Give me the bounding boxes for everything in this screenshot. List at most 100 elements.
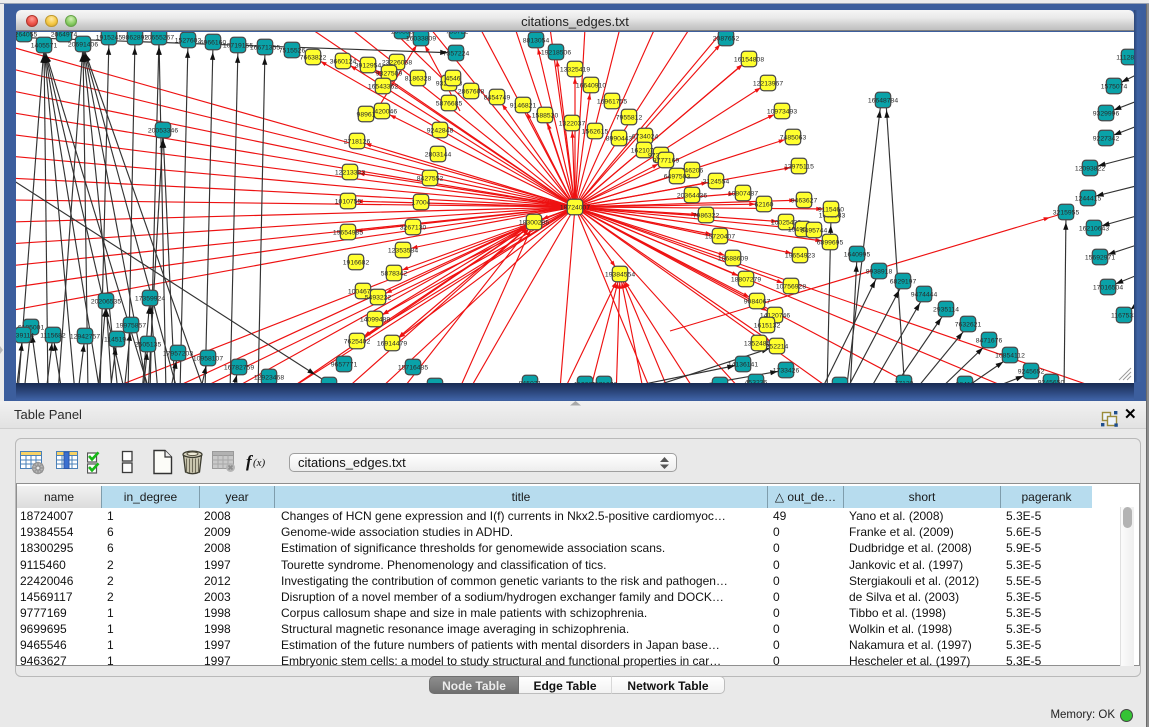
svg-text:639114: 639114 (16, 333, 34, 340)
svg-text:252214: 252214 (766, 344, 789, 351)
svg-text:7625402: 7625402 (344, 339, 371, 346)
svg-text:9245652: 9245652 (1018, 369, 1045, 376)
svg-text:16640910: 16640910 (576, 83, 606, 90)
svg-text:6829197: 6829197 (890, 279, 917, 286)
svg-text:1562615: 1562615 (582, 129, 609, 136)
svg-text:12093822: 12093822 (1075, 166, 1105, 173)
svg-text:16033809: 16033809 (406, 36, 436, 43)
svg-text:3215955: 3215955 (1053, 210, 1080, 217)
svg-text:15692971: 15692971 (1085, 255, 1115, 262)
svg-text:7632621: 7632621 (955, 322, 982, 329)
svg-text:16914479: 16914479 (377, 341, 407, 348)
svg-text:9242848: 9242848 (427, 128, 454, 135)
svg-text:10719155: 10719155 (223, 43, 253, 50)
svg-text:1010755: 1010755 (335, 199, 362, 206)
svg-text:6497503: 6497503 (664, 174, 691, 181)
svg-text:10756928: 10756928 (776, 284, 806, 291)
svg-text:17004: 17004 (412, 200, 431, 207)
svg-text:20691406: 20691406 (68, 42, 98, 49)
svg-text:9327509: 9327509 (376, 71, 403, 78)
svg-text:10973493: 10973493 (767, 109, 797, 116)
svg-text:8471676: 8471676 (976, 338, 1003, 345)
svg-text:2803144: 2803144 (425, 152, 452, 159)
svg-text:1588520: 1588520 (532, 113, 559, 120)
svg-text:1115682: 1115682 (40, 333, 66, 340)
svg-text:15720407: 15720407 (705, 234, 735, 241)
svg-text:1322037: 1322037 (559, 121, 586, 128)
svg-text:10807487: 10807487 (728, 191, 758, 198)
svg-text:10958107: 10958107 (193, 356, 223, 363)
svg-text:12942757: 12942757 (70, 334, 100, 341)
svg-text:5878342: 5878342 (381, 271, 408, 278)
svg-text:3912954: 3912954 (355, 63, 382, 70)
svg-text:8427552: 8427552 (417, 176, 444, 183)
svg-text:20206535: 20206535 (91, 299, 121, 306)
svg-text:16210643: 16210643 (1079, 226, 1109, 233)
svg-text:2505135: 2505135 (135, 342, 162, 349)
svg-text:10854112: 10854112 (995, 353, 1025, 360)
svg-text:12353584: 12353584 (388, 248, 418, 255)
svg-text:(x): (x) (253, 457, 266, 469)
svg-text:18724007: 18724007 (560, 205, 590, 212)
svg-text:7986322: 7986322 (693, 213, 720, 220)
svg-text:1640995: 1640995 (844, 252, 871, 259)
svg-text:8186328: 8186328 (405, 76, 432, 83)
svg-text:9474444: 9474444 (911, 292, 938, 299)
svg-text:1112873: 1112873 (1116, 55, 1134, 62)
svg-text:17957203: 17957203 (163, 351, 193, 358)
svg-text:9463627: 9463627 (791, 198, 818, 205)
svg-text:7515526: 7515526 (279, 48, 306, 55)
svg-text:16543362: 16543362 (368, 84, 398, 91)
svg-text:6734024: 6734024 (632, 134, 659, 141)
svg-text:2867608: 2867608 (458, 89, 485, 96)
svg-text:19654923: 19654923 (785, 253, 815, 260)
svg-text:10688609: 10688609 (718, 256, 748, 263)
svg-text:1167533: 1167533 (1111, 313, 1134, 320)
svg-text:845071: 845071 (519, 381, 542, 383)
svg-text:2718126: 2718126 (344, 139, 371, 146)
svg-text:62160: 62160 (755, 202, 774, 209)
svg-text:10655267: 10655267 (144, 35, 174, 42)
svg-text:9657771: 9657771 (331, 362, 358, 369)
svg-text:4546: 4546 (445, 76, 460, 83)
svg-text:88412: 88412 (956, 382, 975, 383)
svg-text:12213967: 12213967 (753, 81, 783, 88)
svg-text:14136141: 14136141 (728, 362, 758, 369)
svg-text:14099489: 14099489 (360, 317, 390, 324)
svg-text:9777169: 9777169 (653, 158, 680, 165)
svg-text:1733426: 1733426 (773, 368, 800, 375)
svg-text:1615132: 1615132 (754, 323, 781, 330)
svg-text:1405571: 1405571 (31, 43, 58, 50)
svg-text:16782759: 16782759 (224, 365, 254, 372)
svg-text:19218506: 19218506 (541, 50, 571, 57)
svg-text:8813054: 8813054 (523, 38, 550, 45)
svg-text:9329996: 9329996 (1093, 111, 1120, 118)
svg-text:13975115: 13975115 (784, 164, 814, 171)
svg-text:1244415: 1244415 (1075, 196, 1102, 203)
svg-text:735722: 735722 (446, 32, 469, 36)
svg-text:16961755: 16961755 (597, 99, 627, 106)
svg-text:16648784: 16648784 (868, 98, 898, 105)
svg-text:9245650: 9245650 (1038, 380, 1065, 383)
svg-text:98961: 98961 (357, 112, 376, 119)
svg-text:1575074: 1575074 (1101, 84, 1128, 91)
svg-text:12213383: 12213383 (335, 170, 365, 177)
svg-text:5876685: 5876685 (436, 101, 463, 108)
svg-text:2264055: 2264055 (16, 32, 37, 39)
svg-text:12923468: 12923468 (254, 375, 284, 382)
svg-text:5493222: 5493222 (365, 295, 392, 302)
svg-text:17359924: 17359924 (135, 296, 165, 303)
svg-text:19384554: 19384554 (605, 272, 635, 279)
svg-text:1527602: 1527602 (175, 38, 202, 45)
svg-text:7955812: 7955812 (616, 115, 643, 122)
svg-text:8938918: 8938918 (866, 269, 893, 276)
svg-text:1916682: 1916682 (343, 260, 370, 267)
svg-text:20364436: 20364436 (677, 193, 707, 200)
svg-text:1915245: 1915245 (96, 35, 123, 42)
svg-text:7663822: 7663822 (300, 55, 327, 62)
svg-text:3267130: 3267130 (400, 225, 427, 232)
svg-text:9084067: 9084067 (744, 299, 771, 306)
svg-text:453236: 453236 (745, 380, 768, 383)
svg-text:19654985: 19654985 (333, 230, 363, 237)
svg-text:8454749: 8454749 (484, 95, 511, 102)
